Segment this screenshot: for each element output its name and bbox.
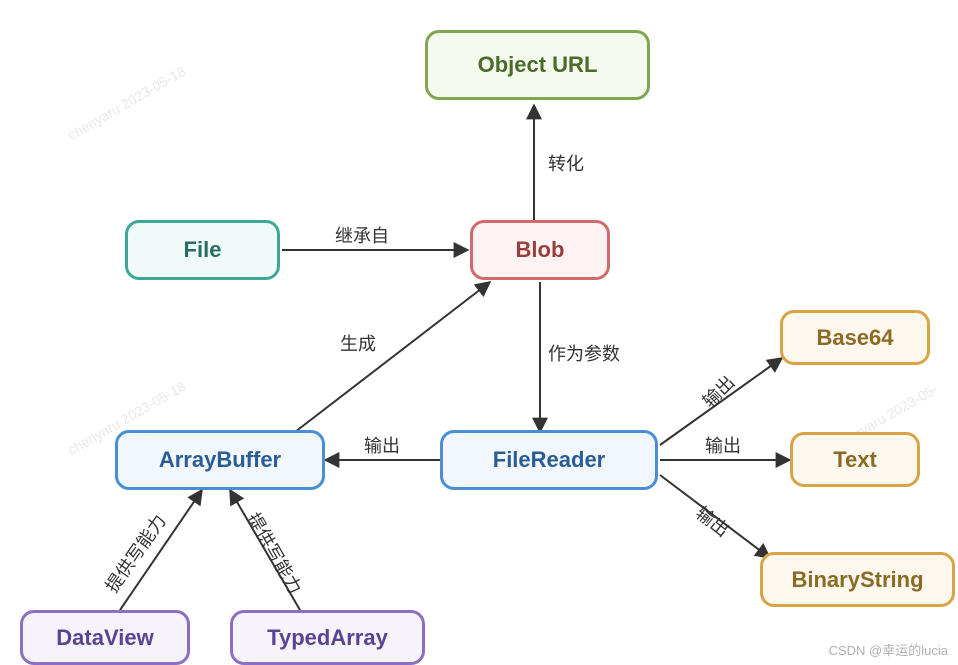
node-file: File: [125, 220, 280, 280]
node-filereader: FileReader: [440, 430, 658, 490]
node-arraybuffer: ArrayBuffer: [115, 430, 325, 490]
watermark: chenyaru 2023-05-18: [65, 63, 188, 143]
node-text: Text: [790, 432, 920, 487]
edge-label-out-b64: 输出: [696, 369, 740, 413]
edge-label-transform: 转化: [548, 150, 584, 176]
edge-label-as-param: 作为参数: [548, 340, 620, 366]
edge-label-out-bin: 输出: [691, 500, 735, 543]
edge-label-out-ab: 输出: [364, 432, 400, 458]
credit-text: CSDN @幸运的lucia: [829, 640, 948, 659]
edge-label-ta-write: 提供写能力: [241, 508, 309, 599]
node-object-url: Object URL: [425, 30, 650, 100]
node-typedarray: TypedArray: [230, 610, 425, 665]
edge-label-out-text: 输出: [705, 432, 741, 458]
edge-label-inherit: 继承自: [335, 222, 389, 248]
edge-label-generate: 生成: [340, 330, 376, 356]
node-dataview: DataView: [20, 610, 190, 665]
node-base64: Base64: [780, 310, 930, 365]
node-binarystring: BinaryString: [760, 552, 955, 607]
edge-label-dv-write: 提供写能力: [99, 509, 172, 598]
node-blob: Blob: [470, 220, 610, 280]
